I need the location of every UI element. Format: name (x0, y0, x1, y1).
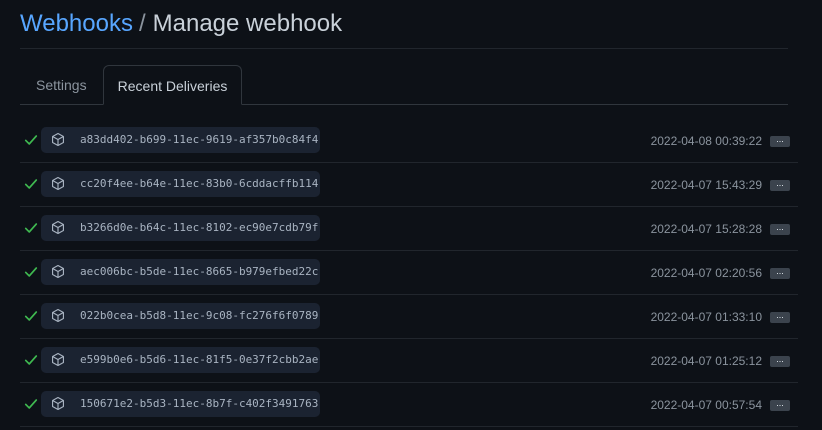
more-options-button[interactable]: ... (770, 267, 790, 279)
delivery-timestamp: 2022-04-07 15:43:29 (650, 178, 762, 192)
delivery-guid-button[interactable]: aec006bc-b5de-11ec-8665-b979efbed22c (41, 259, 320, 285)
package-icon (52, 176, 64, 191)
package-icon (52, 132, 64, 147)
package-icon (52, 308, 64, 323)
package-icon (52, 220, 64, 235)
delivery-guid: cc20f4ee-b64e-11ec-83b0-6cddacffb114 (80, 177, 319, 190)
delivery-row[interactable]: e599b0e6-b5d6-11ec-81f5-0e37f2cbb2ae 202… (20, 339, 798, 383)
delivery-guid: 022b0cea-b5d8-11ec-9c08-fc276f6f0789 (80, 309, 319, 322)
delivery-row[interactable]: b3266d0e-b64c-11ec-8102-ec90e7cdb79f 202… (20, 207, 798, 251)
delivery-timestamp: 2022-04-07 15:28:28 (650, 222, 762, 236)
tab-settings[interactable]: Settings (20, 65, 103, 105)
package-icon (52, 352, 64, 367)
more-options-button[interactable]: ... (770, 399, 790, 411)
delivery-guid-button[interactable]: 022b0cea-b5d8-11ec-9c08-fc276f6f0789 (41, 303, 320, 329)
breadcrumb-separator: / (138, 10, 146, 37)
delivery-guid: 150671e2-b5d3-11ec-8b7f-c402f3491763 (80, 397, 319, 410)
package-icon (52, 264, 64, 279)
more-options-button[interactable]: ... (770, 179, 790, 191)
delivery-timestamp: 2022-04-08 00:39:22 (650, 134, 762, 148)
breadcrumb-webhooks-link[interactable]: Webhooks (20, 10, 133, 37)
delivery-timestamp: 2022-04-07 00:57:54 (650, 398, 762, 412)
tab-recent-deliveries[interactable]: Recent Deliveries (103, 65, 242, 105)
delivery-guid-button[interactable]: b3266d0e-b64c-11ec-8102-ec90e7cdb79f (41, 215, 320, 241)
delivery-guid: aec006bc-b5de-11ec-8665-b979efbed22c (80, 265, 319, 278)
delivery-guid: a83dd402-b699-11ec-9619-af357b0c84f4 (80, 133, 319, 146)
delivery-guid-button[interactable]: cc20f4ee-b64e-11ec-83b0-6cddacffb114 (41, 171, 320, 197)
package-icon (52, 396, 64, 411)
check-icon (24, 267, 38, 277)
delivery-row[interactable]: aec006bc-b5de-11ec-8665-b979efbed22c 202… (20, 251, 798, 295)
delivery-timestamp: 2022-04-07 02:20:56 (650, 266, 762, 280)
page-title: Manage webhook (152, 10, 343, 37)
more-options-button[interactable]: ... (770, 223, 790, 235)
more-options-button[interactable]: ... (770, 311, 790, 323)
manage-webhook-page: Webhooks / Manage webhook Settings Recent … (0, 0, 822, 430)
more-options-button[interactable]: ... (770, 135, 790, 147)
delivery-guid-button[interactable]: 150671e2-b5d3-11ec-8b7f-c402f3491763 (41, 391, 320, 417)
deliveries-list: a83dd402-b699-11ec-9619-af357b0c84f4 202… (20, 119, 798, 427)
check-icon (24, 311, 38, 321)
check-icon (24, 223, 38, 233)
check-icon (24, 355, 38, 365)
delivery-guid: e599b0e6-b5d6-11ec-81f5-0e37f2cbb2ae (80, 353, 319, 366)
check-icon (24, 399, 38, 409)
more-options-button[interactable]: ... (770, 355, 790, 367)
delivery-guid-button[interactable]: a83dd402-b699-11ec-9619-af357b0c84f4 (41, 127, 320, 153)
delivery-row[interactable]: a83dd402-b699-11ec-9619-af357b0c84f4 202… (20, 119, 798, 163)
delivery-guid-button[interactable]: e599b0e6-b5d6-11ec-81f5-0e37f2cbb2ae (41, 347, 320, 373)
delivery-row[interactable]: 150671e2-b5d3-11ec-8b7f-c402f3491763 202… (20, 383, 798, 427)
header-divider (20, 48, 788, 49)
delivery-timestamp: 2022-04-07 01:33:10 (650, 310, 762, 324)
delivery-row[interactable]: 022b0cea-b5d8-11ec-9c08-fc276f6f0789 202… (20, 295, 798, 339)
breadcrumb: Webhooks / Manage webhook (20, 8, 342, 40)
tab-bar: Settings Recent Deliveries (20, 65, 788, 105)
check-icon (24, 179, 38, 189)
check-icon (24, 135, 38, 145)
delivery-row[interactable]: cc20f4ee-b64e-11ec-83b0-6cddacffb114 202… (20, 163, 798, 207)
delivery-guid: b3266d0e-b64c-11ec-8102-ec90e7cdb79f (80, 221, 319, 234)
delivery-timestamp: 2022-04-07 01:25:12 (650, 354, 762, 368)
